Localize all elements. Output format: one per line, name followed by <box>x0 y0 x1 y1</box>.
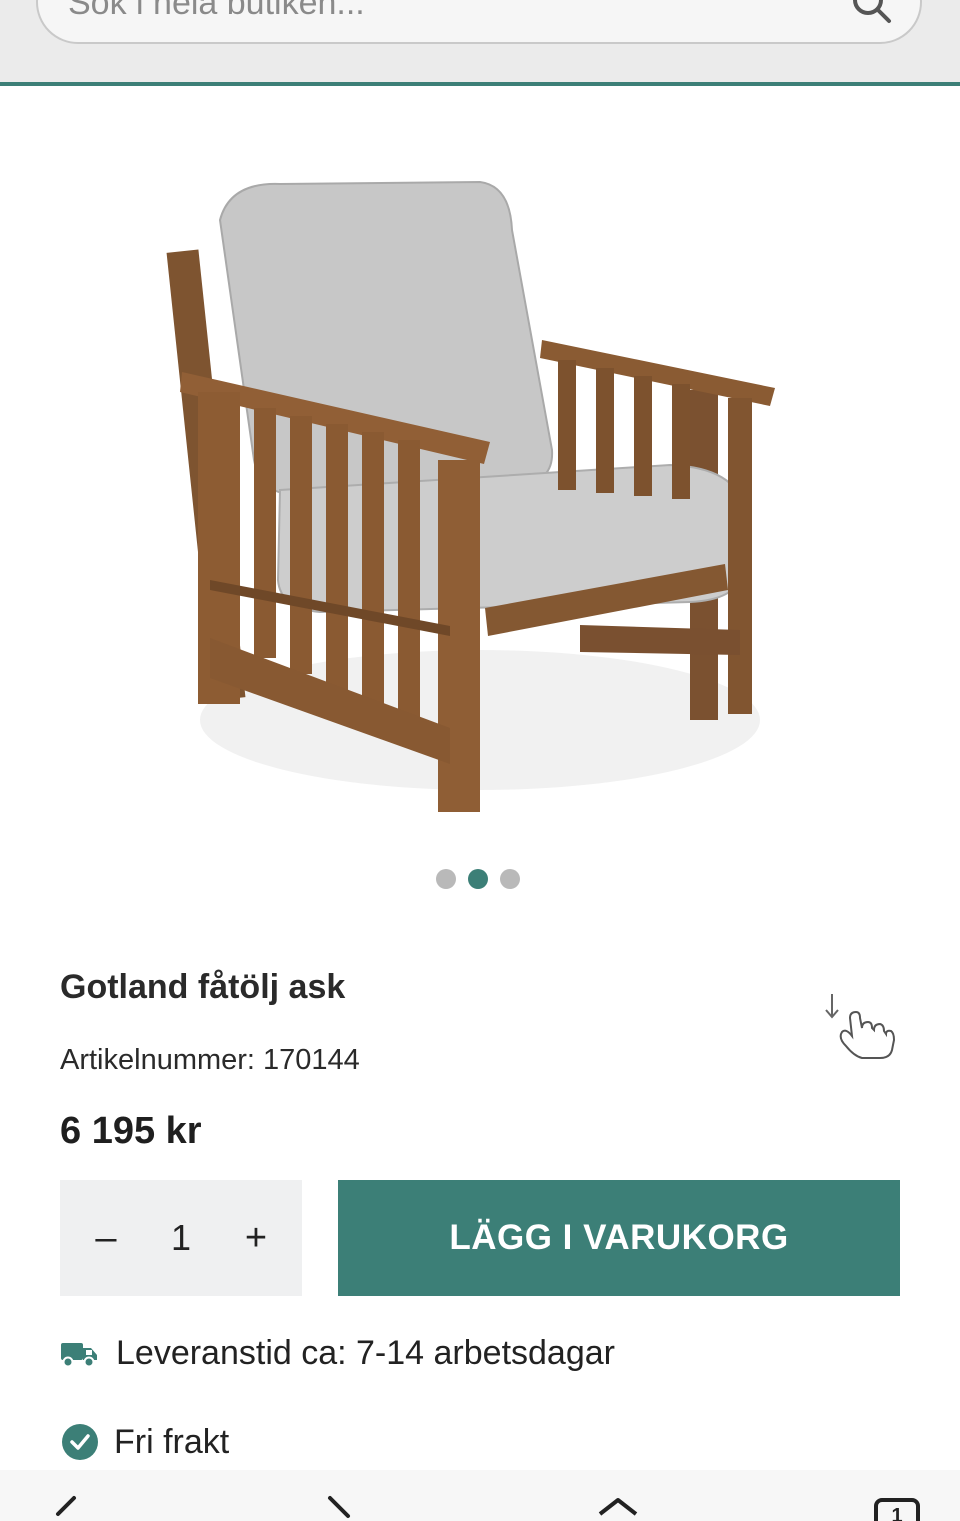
home-icon[interactable] <box>594 1492 642 1521</box>
product-page: Sök i hela butiken... Gotland fåtölj ask… <box>0 0 960 1521</box>
quantity-increase-button[interactable]: + <box>228 1210 284 1266</box>
quantity-stepper: – 1 + <box>60 1180 302 1296</box>
carousel-dot-active[interactable] <box>468 869 488 889</box>
search-input[interactable]: Sök i hela butiken... <box>68 0 365 23</box>
search-bar[interactable]: Sök i hela butiken... <box>36 0 922 44</box>
delivery-time-row: Leveranstid ca: 7-14 arbetsdagar <box>60 1334 615 1373</box>
back-icon[interactable] <box>44 1492 92 1521</box>
check-circle-icon <box>62 1424 98 1460</box>
forward-icon[interactable] <box>322 1492 370 1521</box>
product-title: Gotland fåtölj ask <box>60 968 346 1006</box>
carousel-dot[interactable] <box>436 869 456 889</box>
pinch-zoom-gesture-icon <box>825 994 896 1059</box>
browser-bottom-bar: 1 <box>0 1470 960 1521</box>
delivery-time-text: Leveranstid ca: 7-14 arbetsdagar <box>116 1334 615 1372</box>
free-shipping-row: Fri frakt <box>60 1422 229 1462</box>
quantity-decrease-button[interactable]: – <box>78 1210 134 1266</box>
image-carousel-dots <box>436 869 526 891</box>
header: Sök i hela butiken... <box>0 0 960 86</box>
product-image[interactable] <box>150 160 810 830</box>
carousel-dot[interactable] <box>500 869 520 889</box>
free-shipping-text: Fri frakt <box>114 1422 230 1461</box>
product-price: 6 195 kr <box>60 1110 202 1152</box>
truck-icon <box>61 1342 97 1367</box>
search-icon[interactable] <box>850 0 892 24</box>
quantity-value[interactable]: 1 <box>171 1217 191 1259</box>
article-number: Artikelnummer: 170144 <box>60 1044 360 1076</box>
tabs-icon[interactable]: 1 <box>874 1498 920 1521</box>
add-to-cart-button[interactable]: LÄGG I VARUKORG <box>338 1180 900 1296</box>
